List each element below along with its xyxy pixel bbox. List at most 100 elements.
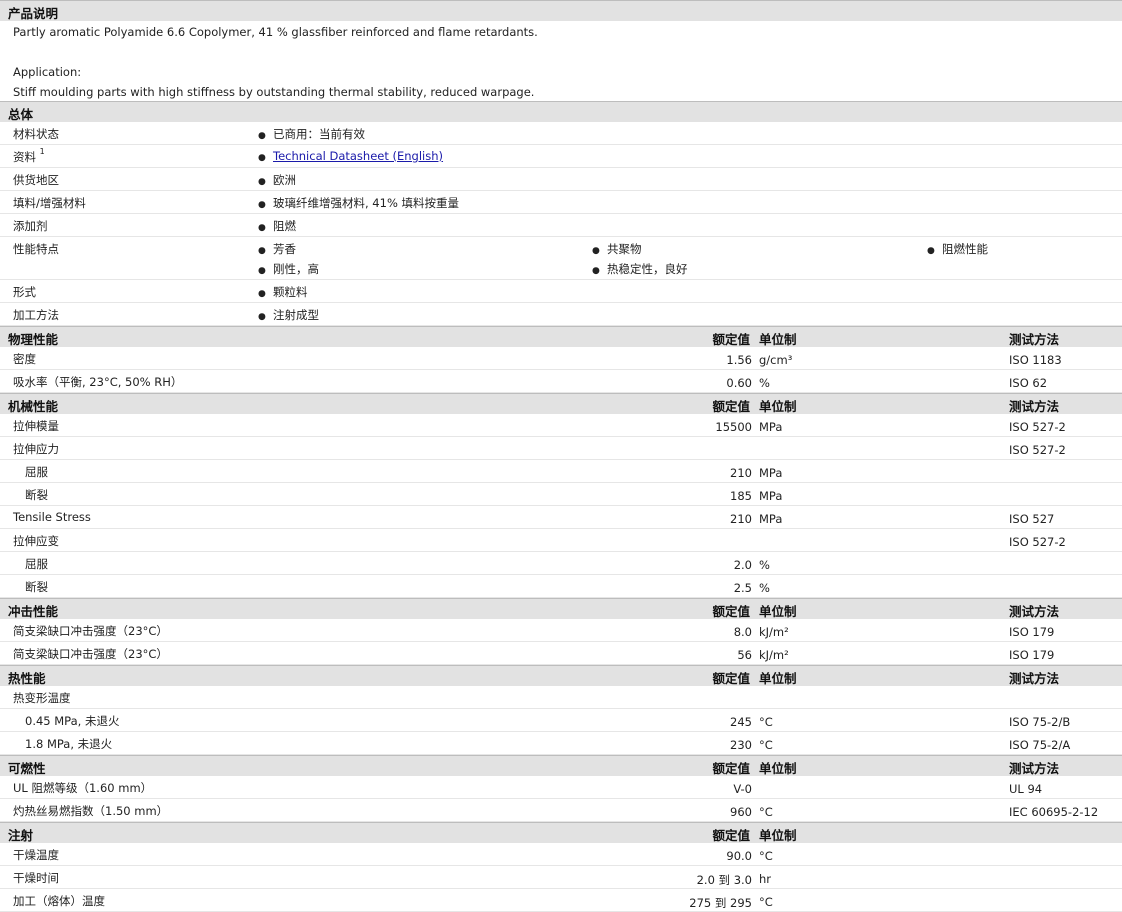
row-label: 屈服 <box>25 465 48 479</box>
property-row: 拉伸模量 15500 MPa ISO 527-2 <box>0 414 1122 437</box>
section-title: 物理性能 <box>8 332 59 347</box>
unit-value: MPa <box>759 466 783 480</box>
row-label: 密度 <box>13 352 36 366</box>
row-label: 1.8 MPa, 未退火 <box>25 737 113 751</box>
section-title: 热性能 <box>8 671 46 686</box>
row-label: UL 阻燃等级（1.60 mm） <box>13 781 153 795</box>
unit-value: kJ/m² <box>759 625 789 639</box>
column-header-nominal: 额定值 <box>712 604 750 619</box>
row-label: 断裂 <box>25 580 48 594</box>
nominal-value: 2.0 到 3.0 <box>696 873 752 887</box>
unit-value: MPa <box>759 512 783 526</box>
row-label: 材料状态 <box>13 127 59 141</box>
property-row: 简支梁缺口冲击强度（23°C） 8.0 kJ/m² ISO 179 <box>0 619 1122 642</box>
row-label: 断裂 <box>25 488 48 502</box>
unit-value: kJ/m² <box>759 648 789 662</box>
value-item: ● 颗粒料 <box>258 285 308 299</box>
general-row-process: 加工方法 ● 注射成型 <box>0 303 1122 326</box>
row-label: 性能特点 <box>13 242 59 256</box>
bullet-icon: ● <box>927 246 935 256</box>
property-row: 灼热丝易燃指数（1.50 mm） 960 °C IEC 60695-2-12 <box>0 799 1122 822</box>
test-method: ISO 179 <box>1009 648 1055 662</box>
nominal-value: 230 <box>730 738 752 752</box>
section-title: 产品说明 <box>8 6 59 21</box>
property-row: 拉伸应力 ISO 527-2 <box>0 437 1122 460</box>
unit-value: MPa <box>759 420 783 434</box>
column-header-nominal: 额定值 <box>712 761 750 776</box>
property-row: 密度 1.56 g/cm³ ISO 1183 <box>0 347 1122 370</box>
property-row: UL 阻燃等级（1.60 mm） V-0 UL 94 <box>0 776 1122 799</box>
nominal-value: 8.0 <box>733 625 752 639</box>
property-subrow: 断裂 2.5 % <box>0 575 1122 598</box>
general-row-region: 供货地区 ● 欧洲 <box>0 168 1122 191</box>
section-header-mechanical: 机械性能 额定值 单位制 测试方法 <box>0 393 1122 414</box>
row-label: 供货地区 <box>13 173 59 187</box>
column-header-unit: 单位制 <box>759 828 797 843</box>
section-header-impact: 冲击性能 额定值 单位制 测试方法 <box>0 598 1122 619</box>
row-label: 吸水率（平衡, 23°C, 50% RH） <box>13 375 183 389</box>
row-label: 拉伸模量 <box>13 419 59 433</box>
test-method: ISO 527-2 <box>1009 420 1066 434</box>
section-title: 机械性能 <box>8 399 59 414</box>
column-header-nominal: 额定值 <box>712 399 750 414</box>
bullet-icon: ● <box>258 177 266 187</box>
property-row: Tensile Stress 210 MPa ISO 527 <box>0 506 1122 529</box>
property-row: 加工（熔体）温度 275 到 295 °C <box>0 889 1122 912</box>
nominal-value: 245 <box>730 715 752 729</box>
general-row-additive: 添加剂 ● 阻燃 <box>0 214 1122 237</box>
section-header-thermal: 热性能 额定值 单位制 测试方法 <box>0 665 1122 686</box>
test-method: ISO 1183 <box>1009 353 1062 367</box>
property-subrow: 断裂 185 MPa <box>0 483 1122 506</box>
column-header-method: 测试方法 <box>1009 761 1060 776</box>
bullet-icon: ● <box>258 312 266 322</box>
unit-value: g/cm³ <box>759 353 793 367</box>
column-header-method: 测试方法 <box>1009 604 1060 619</box>
nominal-value: 0.60 <box>726 376 752 390</box>
row-label: 干燥温度 <box>13 848 59 862</box>
description-block: Partly aromatic Polyamide 6.6 Copolymer,… <box>0 21 1122 101</box>
test-method: UL 94 <box>1009 782 1043 796</box>
section-header-injection: 注射 额定值 单位制 <box>0 822 1122 843</box>
nominal-value: 185 <box>730 489 752 503</box>
property-row: 吸水率（平衡, 23°C, 50% RH） 0.60 % ISO 62 <box>0 370 1122 393</box>
value-item: ● 阻燃 <box>258 219 296 233</box>
value-item: ● 欧洲 <box>258 173 296 187</box>
property-row: 干燥时间 2.0 到 3.0 hr <box>0 866 1122 889</box>
row-label: 简支梁缺口冲击强度（23°C） <box>13 624 168 638</box>
bullet-icon: ● <box>258 266 266 276</box>
general-row-filler: 填料/增强材料 ● 玻璃纤维增强材料, 41% 填料按重量 <box>0 191 1122 214</box>
nominal-value: 56 <box>737 648 752 662</box>
section-header-general: 总体 <box>0 101 1122 122</box>
row-label: 简支梁缺口冲击强度（23°C） <box>13 647 168 661</box>
nominal-value: 2.5 <box>733 581 752 595</box>
bullet-icon: ● <box>258 289 266 299</box>
test-method: ISO 75-2/A <box>1009 738 1071 752</box>
value-item: ● 共聚物 <box>592 242 642 256</box>
column-header-unit: 单位制 <box>759 761 797 776</box>
value-item: ● 已商用：当前有效 <box>258 127 365 141</box>
datasheet-link[interactable]: Technical Datasheet (English) <box>273 149 443 163</box>
property-row: 热变形温度 <box>0 686 1122 709</box>
value-item: ● 阻燃性能 <box>927 242 988 256</box>
general-row-status: 材料状态 ● 已商用：当前有效 <box>0 122 1122 145</box>
general-row-features: 性能特点 ● 芳香 ● 共聚物 ● 阻燃性能 ● 刚性，高 ● 热稳定性，良好 <box>0 237 1122 280</box>
unit-value: °C <box>759 849 773 863</box>
row-label: 拉伸应变 <box>13 534 59 548</box>
value-item: ● 注射成型 <box>258 308 319 322</box>
column-header-method: 测试方法 <box>1009 671 1060 686</box>
unit-value: MPa <box>759 489 783 503</box>
nominal-value: 210 <box>730 512 752 526</box>
column-header-unit: 单位制 <box>759 332 797 347</box>
unit-value: °C <box>759 715 773 729</box>
test-method: IEC 60695-2-12 <box>1009 805 1099 819</box>
nominal-value: 15500 <box>715 420 752 434</box>
row-label: Tensile Stress <box>13 510 91 524</box>
column-header-method: 测试方法 <box>1009 332 1060 347</box>
nominal-value: 2.0 <box>733 558 752 572</box>
property-subrow: 屈服 2.0 % <box>0 552 1122 575</box>
row-label: 加工方法 <box>13 308 59 322</box>
section-header-flammability: 可燃性 额定值 单位制 测试方法 <box>0 755 1122 776</box>
column-header-nominal: 额定值 <box>712 828 750 843</box>
row-label: 拉伸应力 <box>13 442 59 456</box>
unit-value: % <box>759 581 770 595</box>
